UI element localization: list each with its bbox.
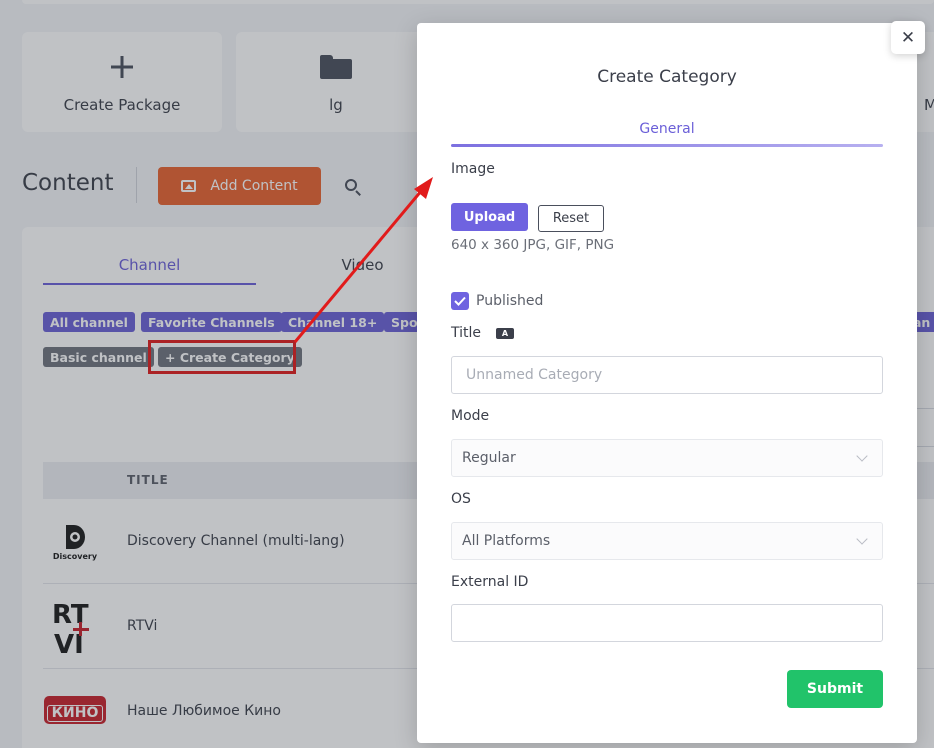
title-input[interactable] — [466, 367, 868, 383]
published-label[interactable]: Published — [476, 293, 543, 309]
upload-button[interactable]: Upload — [451, 203, 528, 231]
external-id-input[interactable] — [466, 615, 868, 631]
mode-label: Mode — [451, 408, 490, 424]
image-hint: 640 x 360 JPG, GIF, PNG — [451, 237, 615, 253]
chevron-down-icon — [856, 533, 868, 545]
os-value: All Platforms — [462, 533, 551, 549]
close-icon: ✕ — [900, 27, 916, 48]
close-button[interactable]: ✕ — [891, 21, 925, 54]
external-id-field[interactable] — [451, 604, 883, 642]
check-icon — [454, 296, 466, 306]
tab-general[interactable]: General — [451, 121, 883, 137]
translate-icon[interactable]: A — [496, 328, 514, 339]
mode-value: Regular — [462, 450, 516, 466]
modal-title: Create Category — [597, 67, 737, 87]
tab-underline — [451, 144, 883, 147]
os-select[interactable]: All Platforms — [451, 522, 883, 560]
image-label: Image — [451, 161, 495, 177]
reset-button[interactable]: Reset — [538, 205, 604, 232]
title-field[interactable] — [451, 356, 883, 394]
external-id-label: External ID — [451, 574, 529, 590]
mode-select[interactable]: Regular — [451, 439, 883, 477]
published-checkbox[interactable] — [451, 292, 469, 310]
title-label: Title — [451, 325, 482, 341]
chevron-down-icon — [856, 450, 868, 462]
os-label: OS — [451, 491, 471, 507]
submit-button[interactable]: Submit — [787, 670, 883, 708]
